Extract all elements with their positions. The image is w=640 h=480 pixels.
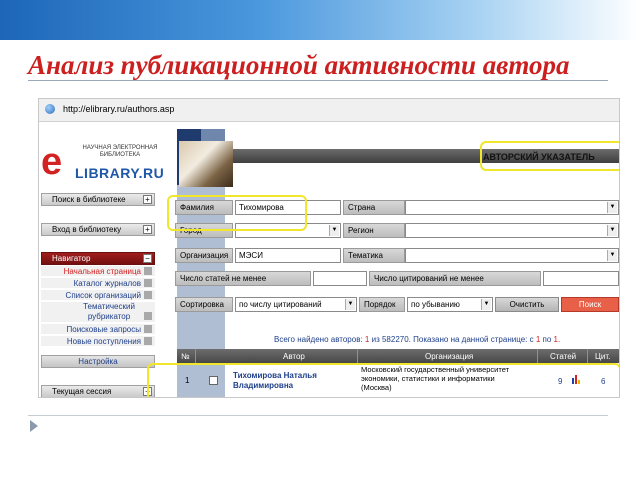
minus-icon: − xyxy=(143,254,152,263)
title-divider xyxy=(28,80,608,81)
organization-label: Организация xyxy=(175,248,233,263)
highlight-author-index xyxy=(480,141,619,171)
login-library-label: Вход в библиотеку xyxy=(52,225,122,234)
summary-total: 582270. xyxy=(381,335,411,344)
sort-select[interactable]: по числу цитирований ▼ xyxy=(235,297,357,312)
dropdown-arrow-icon: ▼ xyxy=(345,299,355,310)
elibrary-screenshot: http://elibrary.ru/authors.asp e НАУЧНАЯ… xyxy=(38,98,620,398)
search-library-button[interactable]: Поиск в библиотеке + xyxy=(41,193,155,206)
dropdown-arrow-icon: ▼ xyxy=(607,250,617,261)
square-bullet-icon xyxy=(144,312,152,320)
country-select[interactable]: ▼ xyxy=(405,200,619,215)
sort-label: Сортировка xyxy=(175,297,233,312)
square-bullet-icon xyxy=(144,279,152,287)
nav-item-journals[interactable]: Каталог журналов xyxy=(41,278,155,289)
topic-select[interactable]: ▼ xyxy=(405,248,619,263)
square-bullet-icon xyxy=(144,267,152,275)
search-button[interactable]: Поиск xyxy=(561,297,619,312)
nav-item-label: Список организаций xyxy=(65,291,141,300)
nav-item-label: Каталог журналов xyxy=(73,279,141,288)
header-separator xyxy=(195,349,196,363)
summary-found-count: 1 xyxy=(364,335,370,344)
nav-item-label: Тематический рубрикатор xyxy=(83,302,135,321)
nav-item-new-arrivals[interactable]: Новые поступления xyxy=(41,336,155,347)
dropdown-arrow-icon: ▼ xyxy=(607,225,617,236)
square-bullet-icon xyxy=(144,337,152,345)
current-session-button[interactable]: Текущая сессия − xyxy=(41,385,155,397)
summary-of: из xyxy=(371,335,380,344)
topic-label: Тематика xyxy=(343,248,405,263)
url-text: http://elibrary.ru/authors.asp xyxy=(63,104,175,114)
summary-found-label: Всего найдено авторов: xyxy=(274,335,363,344)
min-articles-label: Число статей не менее xyxy=(175,271,311,286)
min-citations-input[interactable] xyxy=(543,271,619,286)
sort-select-value: по числу цитирований xyxy=(239,300,322,309)
header-separator xyxy=(537,349,538,363)
login-library-button[interactable]: Вход в библиотеку + xyxy=(41,223,155,236)
dropdown-arrow-icon: ▼ xyxy=(329,225,339,236)
order-label: Порядок xyxy=(359,297,405,312)
bottom-divider xyxy=(28,415,608,416)
highlight-surname xyxy=(167,195,307,231)
summary-from: 1 xyxy=(535,335,541,344)
results-summary: Всего найдено авторов: 1 из 582270. Пока… xyxy=(274,335,560,344)
browser-address-bar[interactable]: http://elibrary.ru/authors.asp xyxy=(39,99,619,122)
summary-shown-label: Показано на данной странице: с xyxy=(413,335,534,344)
dropdown-arrow-icon: ▼ xyxy=(481,299,491,310)
plus-icon: + xyxy=(143,195,152,204)
nav-item-home[interactable]: Начальная страница xyxy=(41,266,155,277)
country-label: Страна xyxy=(343,200,405,215)
region-select[interactable]: ▼ xyxy=(405,223,619,238)
highlight-result-row xyxy=(147,363,619,397)
header-separator xyxy=(587,349,588,363)
settings-button[interactable]: Настройка xyxy=(41,355,155,368)
order-select[interactable]: по убыванию ▼ xyxy=(407,297,493,312)
summary-to-word: по xyxy=(542,335,552,344)
current-session-label: Текущая сессия xyxy=(52,387,112,396)
column-header-number[interactable]: № xyxy=(181,352,190,361)
nav-item-label: Начальная страница xyxy=(63,267,141,276)
min-citations-label: Число цитирований не менее xyxy=(369,271,541,286)
search-library-label: Поиск в библиотеке xyxy=(52,195,126,204)
summary-to: 1. xyxy=(553,335,561,344)
slide-arrow-icon xyxy=(30,420,38,432)
order-select-value: по убыванию xyxy=(411,300,460,309)
handshake-photo xyxy=(179,141,233,187)
square-bullet-icon xyxy=(144,325,152,333)
column-header-articles[interactable]: Статей xyxy=(550,352,576,361)
column-header-citations[interactable]: Цит. xyxy=(595,352,610,361)
organization-input[interactable]: МЭСИ xyxy=(235,248,341,263)
nav-item-label: Поисковые запросы xyxy=(66,325,141,334)
column-header-organization[interactable]: Организация xyxy=(425,352,473,361)
globe-icon xyxy=(45,104,55,114)
logo-tagline: НАУЧНАЯ ЭЛЕКТРОННАЯ БИБЛИОТЕКА xyxy=(82,145,158,158)
logo-name: LIBRARY.RU xyxy=(75,165,165,181)
nav-item-label: Новые поступления xyxy=(66,337,141,346)
dropdown-arrow-icon: ▼ xyxy=(607,202,617,213)
nav-item-rubricator[interactable]: Тематический рубрикатор xyxy=(41,302,155,323)
column-header-author[interactable]: Автор xyxy=(283,352,305,361)
slide-title: Анализ публикационной активности автора xyxy=(28,50,570,80)
min-articles-input[interactable] xyxy=(313,271,367,286)
square-bullet-icon xyxy=(144,291,152,299)
header-separator xyxy=(357,349,358,363)
nav-item-organizations[interactable]: Список организаций xyxy=(41,290,155,301)
plus-icon: + xyxy=(143,225,152,234)
clear-button[interactable]: Очистить xyxy=(495,297,559,312)
navigator-header[interactable]: Навигатор − xyxy=(41,252,155,265)
header-gradient-band xyxy=(0,0,640,40)
region-label: Регион xyxy=(343,223,405,238)
nav-item-queries[interactable]: Поисковые запросы xyxy=(41,324,155,335)
navigator-label: Навигатор xyxy=(52,254,91,263)
logo-letter: e xyxy=(41,141,63,183)
